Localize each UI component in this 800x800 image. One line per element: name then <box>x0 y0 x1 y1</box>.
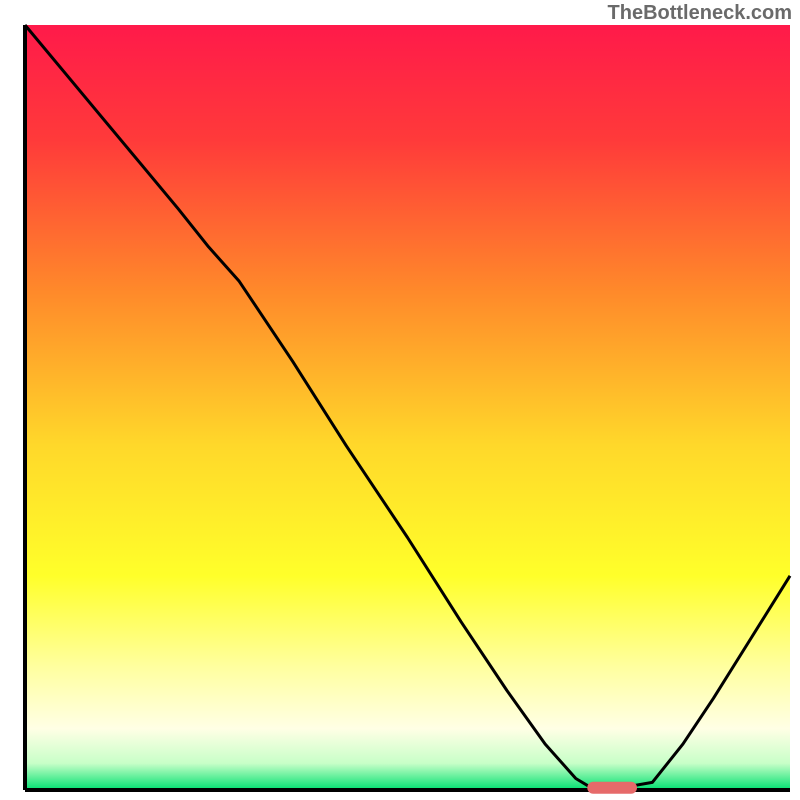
watermark-text: TheBottleneck.com <box>608 2 792 25</box>
optimal-marker <box>587 782 637 794</box>
chart-container <box>0 0 800 800</box>
bottleneck-chart <box>0 0 800 800</box>
plot-background <box>25 25 790 790</box>
